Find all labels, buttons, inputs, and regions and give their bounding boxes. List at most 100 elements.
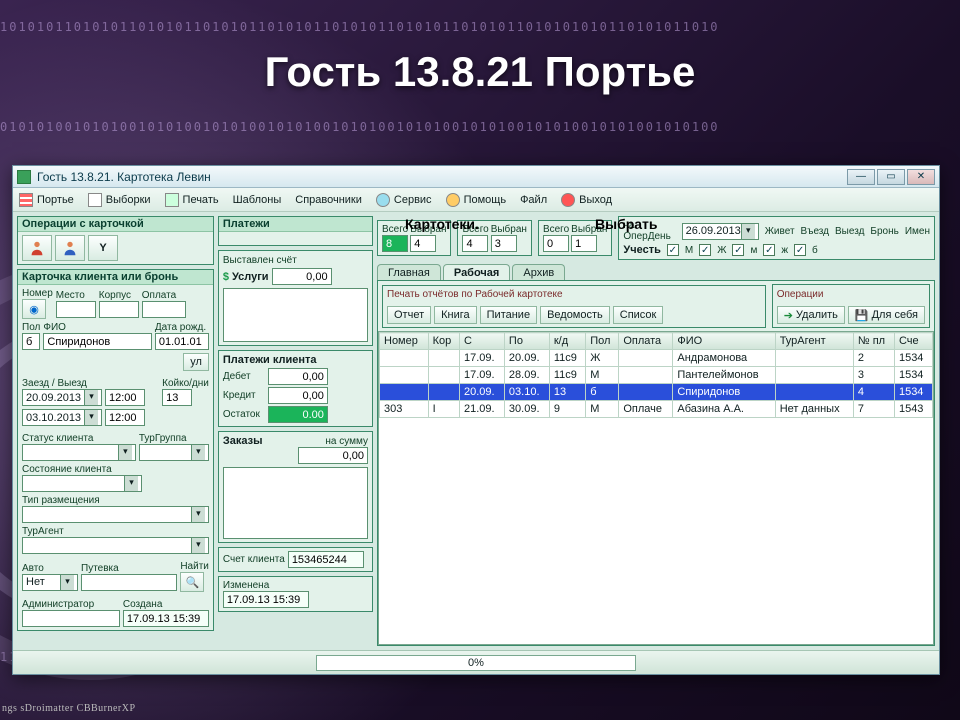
orders-textarea[interactable]: [223, 467, 368, 539]
bill-group: Выставлен счёт $Услуги: [218, 250, 373, 346]
ops-card-group: Операции с карточкой Y: [17, 216, 214, 265]
tab-work[interactable]: Рабочая: [443, 264, 510, 281]
menu-selection[interactable]: Выборки: [88, 193, 151, 207]
changed-field: [223, 591, 309, 608]
turgroup-select[interactable]: ▾: [139, 444, 209, 461]
chk-j2[interactable]: ✓: [763, 244, 775, 256]
placement-select[interactable]: ▾: [22, 506, 209, 523]
report-button[interactable]: Отчет: [387, 306, 431, 324]
operday-date[interactable]: 26.09.2013▾: [682, 223, 759, 240]
target-icon: ◉: [29, 303, 39, 316]
dollar-icon: $: [223, 271, 229, 283]
exit-icon: [561, 193, 575, 207]
chevron-down-icon: ▾: [124, 476, 138, 491]
gear-icon: [376, 193, 390, 207]
menubar: Портье Выборки Печать Шаблоны Справочник…: [13, 188, 939, 212]
app-window: Гость 13.8.21. Картотека Левин — ▭ ✕ Пор…: [12, 165, 940, 675]
menu-file[interactable]: Файл: [520, 194, 547, 206]
ul-button[interactable]: ул: [183, 353, 209, 371]
fio-field[interactable]: [43, 333, 152, 350]
decor-binary: 0101010010101001010100101010010101001010…: [0, 120, 960, 148]
checkout-time[interactable]: [105, 409, 145, 426]
admin-field[interactable]: [22, 610, 120, 627]
checkin-time[interactable]: [105, 389, 145, 406]
nights-field[interactable]: [162, 389, 192, 406]
balance-field: [268, 406, 328, 423]
meal-button[interactable]: Питание: [480, 306, 537, 324]
sel-3: [571, 235, 597, 252]
app-icon: [17, 170, 31, 184]
person-blue-button[interactable]: [55, 235, 85, 261]
menu-directories[interactable]: Справочники: [295, 194, 362, 206]
table-row[interactable]: 17.09.28.09.11с9МПантелеймонов31534: [380, 367, 933, 384]
services-amount[interactable]: [272, 268, 332, 285]
chevron-down-icon: ▾: [84, 410, 98, 425]
book-button[interactable]: Книга: [434, 306, 477, 324]
chevron-down-icon: ▾: [741, 224, 755, 239]
minimize-button[interactable]: —: [847, 169, 875, 185]
debet-field[interactable]: [268, 368, 328, 385]
menu-exit[interactable]: Выход: [561, 193, 612, 207]
menu-service[interactable]: Сервис: [376, 193, 432, 207]
search-icon: 🔍: [185, 576, 199, 589]
chk-J[interactable]: ✓: [699, 244, 711, 256]
list-button[interactable]: Список: [613, 306, 664, 324]
chk-m2[interactable]: ✓: [732, 244, 744, 256]
close-button[interactable]: ✕: [907, 169, 935, 185]
number-lookup-button[interactable]: ◉: [22, 299, 46, 319]
chk-b[interactable]: ✓: [794, 244, 806, 256]
chk-M[interactable]: ✓: [667, 244, 679, 256]
delete-button[interactable]: ➔Удалить: [777, 306, 845, 324]
progress-bar: 0%: [316, 655, 636, 671]
status-select[interactable]: ▾: [22, 444, 136, 461]
agent-select[interactable]: ▾: [22, 537, 209, 554]
guests-grid[interactable]: Номер Кор С По к/д Пол Оплата ФИО ТурАге…: [378, 331, 934, 645]
chevron-down-icon: ▾: [60, 575, 74, 590]
printer-icon: [165, 193, 179, 207]
payments-caption-group: Платежи: [218, 216, 373, 246]
total-3: [543, 235, 569, 252]
menu-print[interactable]: Печать: [165, 193, 219, 207]
bill-textarea[interactable]: [223, 288, 368, 342]
korpus-field[interactable]: [99, 301, 139, 318]
find-button[interactable]: 🔍: [180, 572, 204, 592]
floppy-icon: 💾: [855, 309, 869, 322]
menu-templates[interactable]: Шаблоны: [233, 194, 282, 206]
statusbar: 0%: [13, 650, 939, 674]
state-select[interactable]: ▾: [22, 475, 142, 492]
person-red-button[interactable]: [22, 235, 52, 261]
table-row[interactable]: 17.09.20.09.11с9ЖАндрамонова21534: [380, 350, 933, 367]
chevron-down-icon: ▾: [191, 538, 205, 553]
dob-field[interactable]: [155, 333, 209, 350]
auto-select[interactable]: Нет▾: [22, 574, 78, 591]
account-group: Счет клиента: [218, 547, 373, 572]
oplata-field[interactable]: [142, 301, 186, 318]
decor-binary: 1010101101010110101011010101101010110101…: [0, 20, 960, 48]
orders-sum[interactable]: [298, 447, 368, 464]
tab-main[interactable]: Главная: [377, 264, 441, 281]
total-2: [462, 235, 488, 252]
client-card-group: Карточка клиента или бронь Номер◉ Место …: [17, 269, 214, 631]
checkin-date[interactable]: 20.09.2013▾: [22, 389, 102, 406]
checkout-date[interactable]: 03.10.2013▾: [22, 409, 102, 426]
menu-help[interactable]: Помощь: [446, 193, 507, 207]
list-icon: [88, 193, 102, 207]
client-payments-group: Платежи клиента Дебет Кредит Остаток: [218, 350, 373, 427]
grid-icon: [19, 193, 33, 207]
voucher-field[interactable]: [81, 574, 177, 591]
save-button[interactable]: 💾Для себя: [848, 306, 925, 324]
titlebar[interactable]: Гость 13.8.21. Картотека Левин — ▭ ✕: [13, 166, 939, 188]
pol-field[interactable]: [22, 333, 40, 350]
kredit-field[interactable]: [268, 387, 328, 404]
orders-group: Заказына сумму: [218, 431, 373, 543]
tab-archive[interactable]: Архив: [512, 264, 565, 281]
changed-group: Изменена: [218, 576, 373, 612]
table-row[interactable]: 20.09.03.10.13бСпиридонов41534: [380, 384, 933, 401]
table-row[interactable]: 303I21.09.30.09.9МОплачеАбазина А.А.Нет …: [380, 401, 933, 418]
maximize-button[interactable]: ▭: [877, 169, 905, 185]
y-button[interactable]: Y: [88, 235, 118, 261]
mesto-field[interactable]: [56, 301, 96, 318]
sheet-button[interactable]: Ведомость: [540, 306, 610, 324]
help-icon: [446, 193, 460, 207]
menu-porte[interactable]: Портье: [19, 193, 74, 207]
